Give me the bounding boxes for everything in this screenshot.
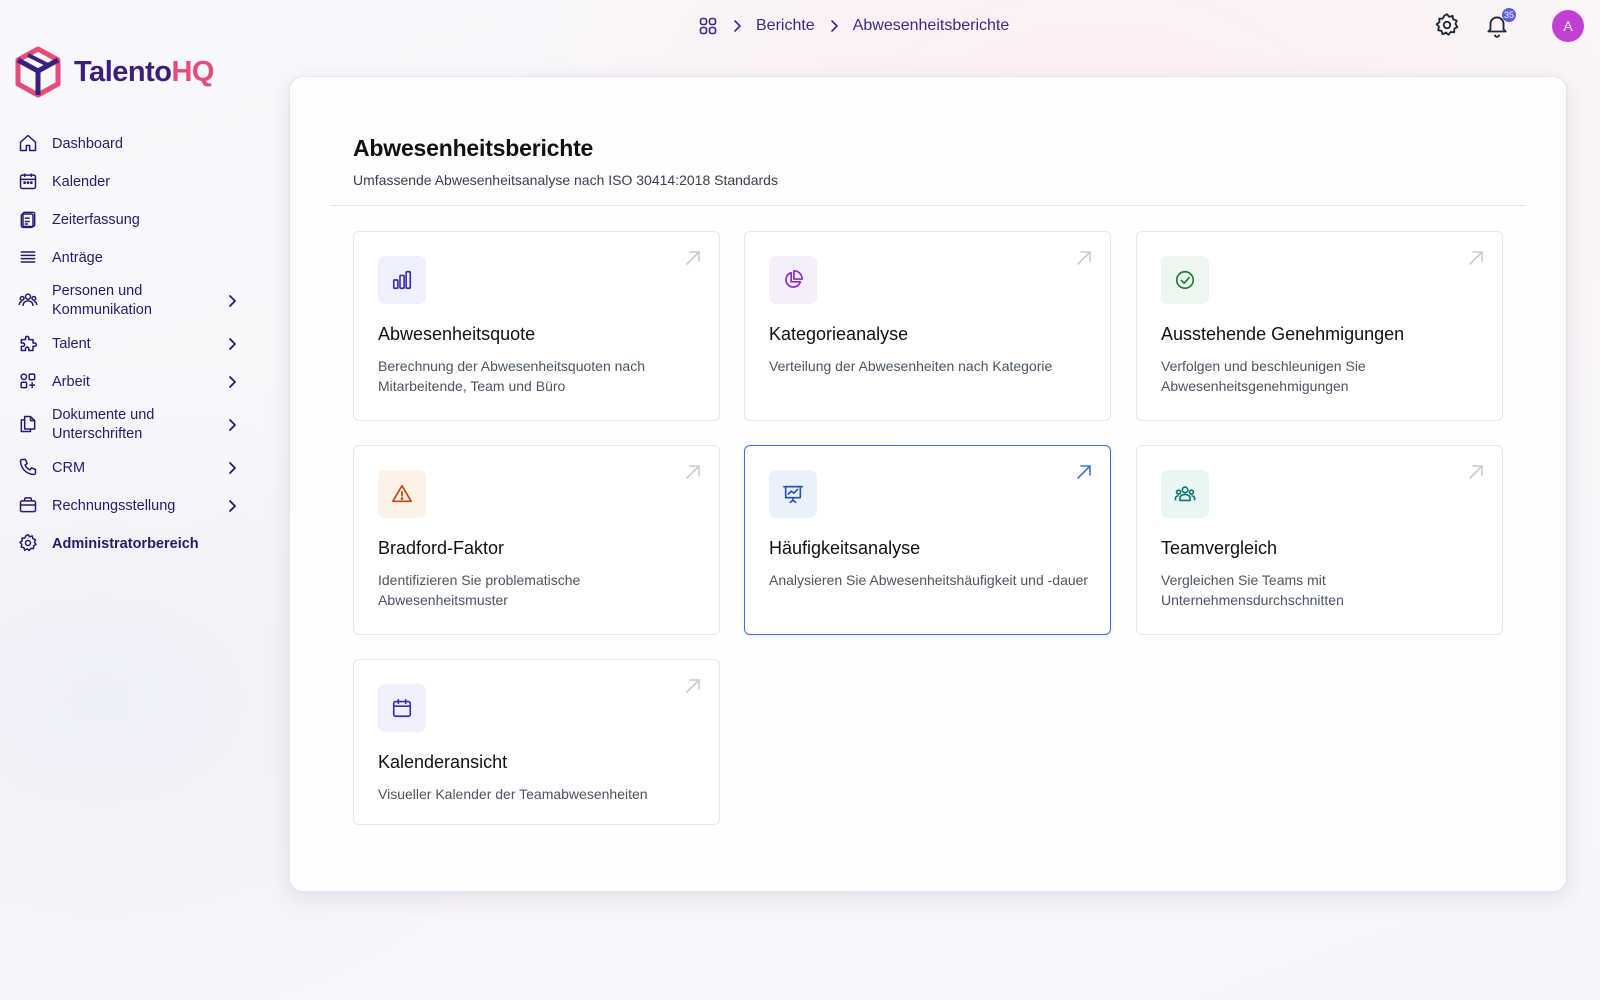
sidebar-item-personen[interactable]: Personen und Kommunikation [14, 277, 244, 325]
calendar-icon [378, 684, 426, 732]
page-subtitle: Umfassende Abwesenheitsanalyse nach ISO … [353, 172, 778, 188]
warning-icon [378, 470, 426, 518]
sidebar-item-rechnungsstellung[interactable]: Rechnungsstellung [14, 487, 244, 525]
check-circle-icon [1161, 256, 1209, 304]
chevron-right-icon [229, 500, 236, 512]
breadcrumb-current: Abwesenheitsberichte [852, 17, 1010, 34]
chevron-right-icon [229, 338, 236, 350]
card-description: Berechnung der Abwesenheitsquoten nach M… [378, 358, 645, 394]
page-title: Abwesenheitsberichte [353, 135, 594, 161]
logo-cube-icon [15, 46, 61, 98]
card-description: Visueller Kalender der Teamabwesenheiten [378, 786, 648, 802]
card-title: Abwesenheitsquote [378, 324, 536, 344]
bar-chart-icon [378, 256, 426, 304]
grid-icon[interactable] [698, 16, 718, 36]
arrow-up-right-icon [686, 251, 700, 265]
card-description: Vergleichen Sie Teams mit Unternehmensdu… [1161, 572, 1344, 608]
report-card-abwesenheitsquote[interactable]: Abwesenheitsquote Berechnung der Abwesen… [353, 231, 720, 421]
apps-icon [18, 371, 40, 393]
card-description: Identifizieren Sie problematische Abwese… [378, 572, 581, 608]
card-description: Verteilung der Abwesenheiten nach Katego… [769, 358, 1053, 374]
clipboard-icon [18, 209, 40, 231]
card-title: Häufigkeitsanalyse [769, 538, 921, 558]
pie-chart-icon [769, 256, 817, 304]
sidebar-item-zeiterfassung[interactable]: Zeiterfassung [14, 201, 244, 239]
arrow-up-right-icon [1077, 465, 1091, 479]
gear-icon [1435, 13, 1459, 36]
report-card-haeufigkeitsanalyse[interactable]: Häufigkeitsanalyse Analysieren Sie Abwes… [744, 445, 1111, 635]
chevron-right-icon [229, 462, 236, 474]
breadcrumb-berichte[interactable]: Berichte [756, 17, 815, 35]
calendar-icon [18, 171, 40, 193]
divider [330, 205, 1526, 206]
chevron-right-icon [229, 419, 236, 431]
notification-badge: 35 [1502, 8, 1517, 22]
arrow-up-right-icon [1469, 465, 1483, 479]
notifications-button[interactable]: 35 [1484, 8, 1517, 40]
presentation-chart-icon [769, 470, 817, 518]
brand-name: TalentoHQ [74, 55, 214, 88]
gear-icon [18, 533, 40, 555]
settings-button[interactable] [1434, 12, 1462, 40]
report-card-ausstehende-genehmigungen[interactable]: Ausstehende Genehmigungen Verfolgen und … [1136, 231, 1503, 421]
team-icon [1161, 470, 1209, 518]
report-card-bradford-faktor[interactable]: Bradford-Faktor Identifizieren Sie probl… [353, 445, 720, 635]
report-card-kategorieanalyse[interactable]: Kategorieanalyse Verteilung der Abwesenh… [744, 231, 1111, 421]
arrow-up-right-icon [1077, 251, 1091, 265]
home-icon [18, 133, 40, 155]
users-icon [18, 290, 40, 312]
card-description: Verfolgen und beschleunigen Sie Abwesenh… [1161, 358, 1366, 394]
sidebar: TalentoHQ Dashboard Kalender Zeiterfassu… [0, 0, 260, 1000]
sidebar-item-crm[interactable]: CRM [14, 449, 244, 487]
card-title: Kalenderansicht [378, 752, 508, 772]
chevron-right-icon [830, 20, 838, 32]
sidebar-item-arbeit[interactable]: Arbeit [14, 363, 244, 401]
sidebar-item-dokumente[interactable]: Dokumente und Unterschriften [14, 401, 244, 449]
reports-panel: Abwesenheitsberichte Umfassende Abwesenh… [289, 76, 1567, 892]
breadcrumb: Berichte Abwesenheitsberichte [698, 14, 1009, 38]
card-title: Ausstehende Genehmigungen [1161, 324, 1405, 344]
card-title: Kategorieanalyse [769, 324, 909, 344]
chevron-right-icon [229, 376, 236, 388]
sidebar-item-kalender[interactable]: Kalender [14, 163, 244, 201]
documents-icon [18, 414, 40, 436]
arrow-up-right-icon [1469, 251, 1483, 265]
card-title: Teamvergleich [1161, 538, 1278, 558]
arrow-up-right-icon [686, 679, 700, 693]
phone-icon [18, 457, 40, 479]
chevron-right-icon [734, 20, 741, 32]
sidebar-item-antraege[interactable]: Anträge [14, 239, 244, 277]
card-description: Analysieren Sie Abwesenheitshäufigkeit u… [769, 572, 1089, 588]
puzzle-icon [18, 333, 40, 355]
chevron-right-icon [229, 295, 236, 307]
card-title: Bradford-Faktor [378, 538, 505, 558]
list-icon [18, 247, 40, 269]
sidebar-item-administratorbereich[interactable]: Administratorbereich [14, 525, 244, 563]
sidebar-item-talent[interactable]: Talent [14, 325, 244, 363]
sidebar-item-dashboard[interactable]: Dashboard [14, 125, 244, 163]
avatar[interactable]: A [1552, 10, 1584, 42]
report-card-teamvergleich[interactable]: Teamvergleich Vergleichen Sie Teams mit … [1136, 445, 1503, 635]
logo[interactable]: TalentoHQ [14, 46, 214, 98]
report-card-kalenderansicht[interactable]: Kalenderansicht Visueller Kalender der T… [353, 659, 720, 825]
briefcase-icon [18, 495, 40, 517]
arrow-up-right-icon [686, 465, 700, 479]
sidebar-nav: Dashboard Kalender Zeiterfassung Anträge… [14, 125, 244, 563]
